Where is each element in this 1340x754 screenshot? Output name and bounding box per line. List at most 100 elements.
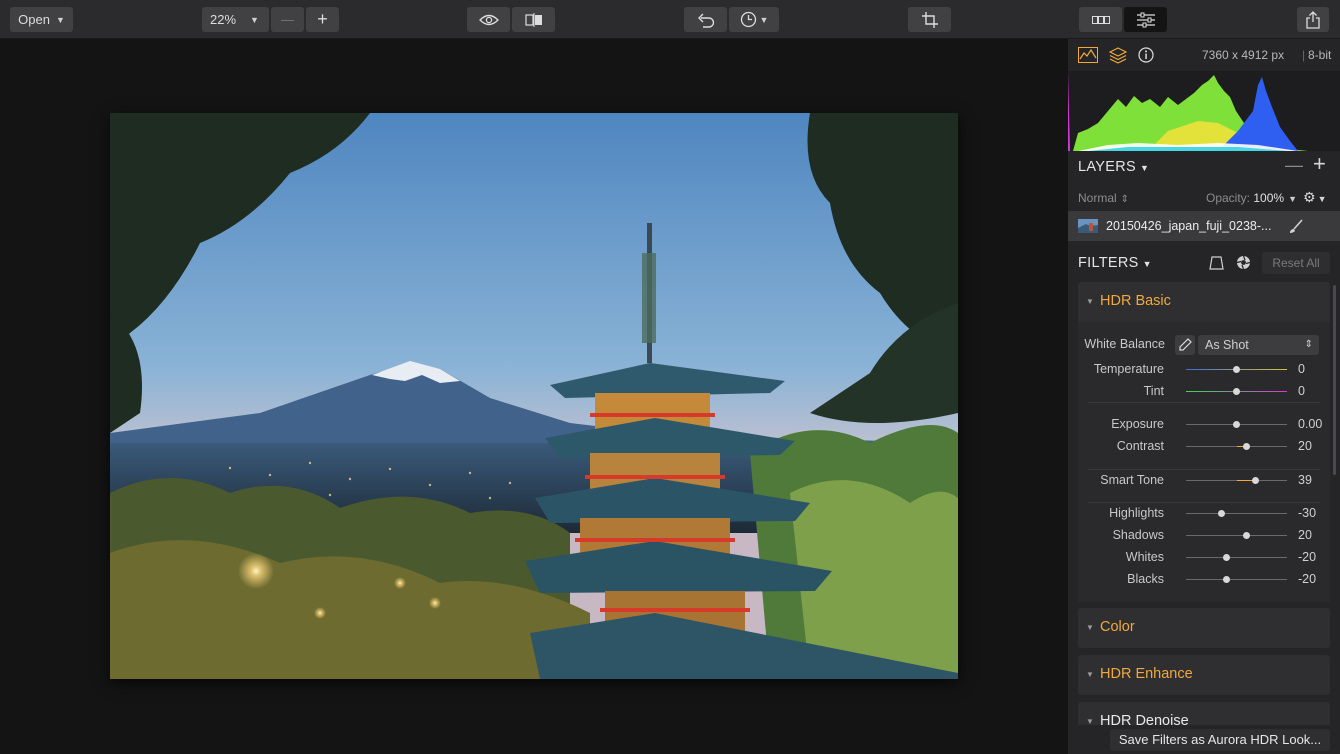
blend-mode-value: Normal [1078,191,1117,205]
temperature-label: Temperature [1093,362,1164,376]
white-balance-select[interactable]: As Shot ⇕ [1198,335,1319,355]
eye-icon [478,14,499,25]
blend-mode-select[interactable]: Normal ⇕ [1078,191,1129,205]
pagoda-fuji-photo [110,113,958,679]
exposure-value: 0.00 [1298,417,1323,431]
remove-layer-button[interactable]: — [1285,155,1303,176]
save-look-button[interactable]: Save Filters as Aurora HDR Look... [1110,729,1330,751]
temperature-slider[interactable] [1186,366,1287,373]
exposure-slider[interactable] [1186,421,1287,428]
add-layer-button[interactable]: + [1313,151,1326,177]
temperature-slider-handle[interactable] [1233,366,1240,373]
triangle-down-icon: ▼ [1086,623,1094,632]
layers-title: LAYERS [1078,159,1136,175]
histogram-icon[interactable] [1078,47,1098,63]
hdr-basic-card: ▼ HDR Basic White Balance As Shot ⇕ Temp… [1078,282,1330,602]
plus-icon: + [317,9,328,29]
zoom-out-button[interactable]: — [271,7,304,32]
image-dimensions: 7360 x 4912 px [1202,48,1285,62]
exposure-slider-handle[interactable] [1233,421,1240,428]
histogram [1068,71,1340,151]
split-view-icon [524,12,542,27]
preview-button[interactable] [467,7,510,32]
crop-button[interactable] [908,7,951,32]
hdr-basic-title: HDR Basic [1100,293,1171,309]
chevron-down-icon: ▼ [1317,194,1327,204]
highlights-slider[interactable] [1186,510,1287,517]
white-balance-value: As Shot [1205,338,1249,352]
hdr-enhance-card[interactable]: ▼ HDR Enhance [1078,655,1330,695]
eyedropper-button[interactable] [1175,335,1195,355]
filters-title: FILTERS [1078,255,1139,271]
chevron-down-icon: ▼ [1139,163,1150,173]
photo-preview [110,113,958,679]
layer-settings-button[interactable]: ⚙ ▼ [1303,189,1326,206]
adjustments-panel-button[interactable] [1124,7,1167,32]
chevron-down-icon: ▼ [55,14,65,25]
presets-panel-button[interactable] [1079,7,1122,32]
whites-slider[interactable] [1186,554,1287,561]
blacks-slider[interactable] [1186,576,1287,583]
tint-slider[interactable] [1186,388,1287,395]
layers-header[interactable]: LAYERS ▼ [1078,159,1149,175]
group-divider [1088,402,1320,403]
contrast-slider[interactable] [1186,443,1287,450]
opacity-control[interactable]: Opacity: 100% ▼ [1206,191,1297,205]
highlights-slider-handle[interactable] [1217,510,1225,517]
chevron-down-icon: ▼ [1142,259,1152,269]
shadows-label: Shadows [1112,528,1164,542]
hdr-basic-header[interactable]: ▼ HDR Basic [1078,282,1330,322]
undo-button[interactable] [684,7,727,32]
history-button[interactable]: ▼ [729,7,779,32]
zoom-value: 22% [210,12,237,27]
panel-scrollbar[interactable] [1333,285,1336,475]
group-divider [1088,469,1320,470]
updown-icon: ⇕ [1120,194,1130,205]
filters-header[interactable]: FILTERS ▼ [1078,255,1152,271]
zoom-in-button[interactable]: + [306,7,339,32]
layer-row[interactable]: 20150426_japan_fuji_0238-... [1068,211,1340,241]
hdr-enhance-title: HDR Enhance [1100,666,1193,682]
smart-tone-label: Smart Tone [1100,473,1164,487]
layer-name: 20150426_japan_fuji_0238-... [1106,219,1272,233]
white-balance-label: White Balance [1084,337,1165,351]
info-icon[interactable] [1138,47,1154,63]
open-label: Open [18,12,50,27]
image-canvas[interactable] [0,39,1068,754]
mask-icon[interactable] [1209,256,1224,270]
tint-slider-handle[interactable] [1233,388,1240,395]
undo-icon [697,13,714,28]
share-button[interactable] [1297,7,1329,32]
temperature-value: 0 [1298,362,1305,376]
brush-icon[interactable] [1288,219,1304,235]
zoom-select[interactable]: 22% ▼ [202,7,269,32]
updown-icon: ⇕ [1304,339,1313,350]
filmstrip-icon [1091,15,1110,24]
exposure-label: Exposure [1111,417,1164,431]
shadows-slider[interactable] [1186,532,1287,539]
aperture-icon[interactable] [1236,255,1251,270]
blacks-slider-handle[interactable] [1222,576,1230,583]
chevron-down-icon: ▼ [1288,194,1297,204]
layers-icon[interactable] [1109,47,1127,64]
color-card[interactable]: ▼ Color [1078,608,1330,648]
opacity-label: Opacity: [1206,191,1251,205]
minus-icon: — [281,12,294,27]
contrast-label: Contrast [1116,439,1164,453]
compare-button[interactable] [512,7,555,32]
shadows-value: 20 [1298,528,1312,542]
layer-thumbnail [1078,219,1098,233]
smart-tone-value: 39 [1298,473,1312,487]
adjustments-panel: 7360 x 4912 px | 8-bit LAYERS ▼ — + Norma… [1068,39,1340,754]
top-toolbar: Open ▼ 22% ▼ — + ▼ [0,0,1340,39]
tint-value: 0 [1298,384,1305,398]
whites-slider-handle[interactable] [1222,554,1230,561]
reset-all-button[interactable]: Reset All [1262,252,1330,274]
highlights-value: -30 [1298,506,1317,520]
smart-tone-slider[interactable] [1186,477,1287,484]
open-button[interactable]: Open ▼ [10,7,73,32]
group-divider [1088,502,1320,503]
clock-icon [740,11,756,28]
histogram-graph [1068,71,1308,151]
save-bar: Save Filters as Aurora HDR Look... [1068,725,1340,754]
